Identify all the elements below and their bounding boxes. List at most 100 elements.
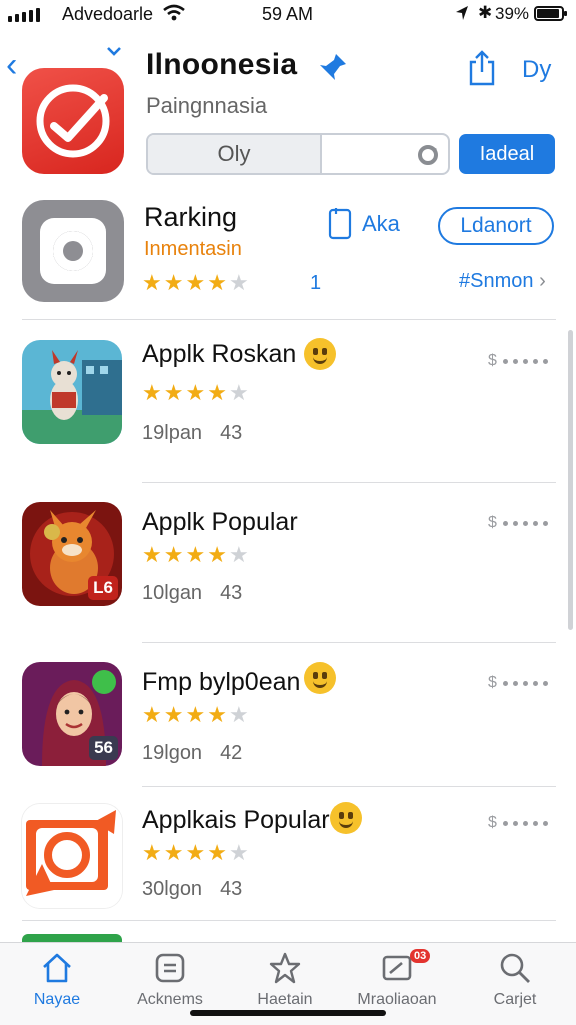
rating-count: 1 xyxy=(310,272,322,294)
app-icon[interactable] xyxy=(22,68,124,174)
app-thumbnail[interactable]: L6 xyxy=(22,502,122,606)
star-icon: ★ xyxy=(163,840,184,865)
share-icon[interactable] xyxy=(467,50,497,91)
home-icon xyxy=(43,953,71,983)
smiley-emoji-icon xyxy=(304,662,336,694)
app-badge: L6 xyxy=(88,576,118,600)
more-options-icon[interactable]: $ xyxy=(488,514,548,532)
star-icon: ★ xyxy=(163,702,184,727)
bluetooth-icon: ✱ xyxy=(478,3,493,22)
document-icon xyxy=(328,208,352,240)
ranking-title: Rarking xyxy=(144,202,238,232)
tab-label: Carjet xyxy=(493,991,537,1008)
star-icon: ★ xyxy=(142,542,162,567)
signal-icon xyxy=(8,8,40,22)
page-title: Ilnoonesia xyxy=(146,48,298,81)
tab-apps[interactable]: Acknems xyxy=(115,951,225,1009)
star-icon: ★ xyxy=(142,270,162,295)
more-options-icon[interactable]: $ xyxy=(488,352,548,370)
star-icon: ★ xyxy=(228,380,249,405)
star-icon: ★ xyxy=(207,380,227,405)
tab-featured[interactable]: Haetain xyxy=(230,951,340,1009)
star-icon: ★ xyxy=(228,840,249,865)
notification-badge: 03 xyxy=(410,949,431,963)
chevron-down-icon[interactable] xyxy=(106,40,122,61)
star-icon: ★ xyxy=(207,702,227,727)
camera-app-icon[interactable] xyxy=(22,200,124,302)
tab-label: Haetain xyxy=(257,991,313,1008)
header-right-label[interactable]: Dy xyxy=(522,56,551,84)
segmented-control[interactable]: Oly xyxy=(146,133,450,175)
updates-icon xyxy=(382,955,412,981)
star-icon: ★ xyxy=(142,380,162,405)
app-meta: 19lpan 43 xyxy=(142,422,243,444)
star-icon: ★ xyxy=(185,270,206,295)
star-icon: ★ xyxy=(185,702,206,727)
tab-search[interactable]: Carjet xyxy=(460,951,570,1009)
partial-row-peek xyxy=(22,934,122,942)
smiley-emoji-icon xyxy=(304,338,336,370)
star-icon: ★ xyxy=(207,270,227,295)
app-badge: 56 xyxy=(89,736,118,760)
app-name: Applk Popular xyxy=(142,508,298,536)
star-icon: ★ xyxy=(163,380,184,405)
tab-label: Acknems xyxy=(137,991,203,1008)
tab-label: Nayae xyxy=(33,991,81,1008)
tab-home[interactable]: Nayae xyxy=(2,951,112,1009)
ranking-subtitle: Inmentasin xyxy=(144,238,242,260)
list-item[interactable]: 56 Fmp bylp0ean ★ ★ ★ ★ ★ 19lgon 42 $ xyxy=(0,652,576,792)
more-options-icon[interactable]: $ xyxy=(488,814,548,832)
segment-option[interactable]: Oly xyxy=(148,135,322,173)
ask-label: Aka xyxy=(362,211,400,236)
app-meta: 30lgon 43 xyxy=(142,878,243,900)
rating-stars: ★ ★ ★ ★ ★ xyxy=(142,544,249,566)
star-icon: ★ xyxy=(163,270,184,295)
star-icon: ★ xyxy=(228,542,249,567)
star-icon: ★ xyxy=(207,840,227,865)
rating-stars: ★ ★ ★ ★ ★ xyxy=(142,272,249,294)
ranking-link[interactable]: #Snmon › xyxy=(459,270,546,293)
star-icon: ★ xyxy=(142,702,162,727)
wifi-icon xyxy=(163,4,185,27)
carrier-name: Advedoarle xyxy=(62,4,154,24)
star-icon: ★ xyxy=(185,840,206,865)
pin-icon[interactable] xyxy=(318,52,348,87)
tab-updates[interactable]: 03 Mraoliaoan xyxy=(342,949,452,1009)
divider xyxy=(142,786,556,787)
rating-stars: ★ ★ ★ ★ ★ xyxy=(142,842,249,864)
battery-percent: 39% xyxy=(495,4,530,23)
app-thumbnail[interactable] xyxy=(22,340,122,444)
primary-button[interactable]: Iadeal xyxy=(459,134,555,174)
search-icon xyxy=(500,953,530,983)
app-name: Fmp bylp0ean xyxy=(142,668,301,696)
outline-button[interactable]: Ldanort xyxy=(438,207,554,245)
list-item[interactable]: Applkais Popular ★ ★ ★ ★ ★ 30lgon 43 $ xyxy=(0,796,576,926)
divider xyxy=(142,642,556,643)
scrollbar[interactable] xyxy=(568,330,573,630)
more-options-icon[interactable]: $ xyxy=(488,674,548,692)
divider xyxy=(142,482,556,483)
app-thumbnail[interactable] xyxy=(22,804,122,908)
app-meta: 10lgan 43 xyxy=(142,582,243,604)
star-icon xyxy=(269,952,301,984)
app-name: Applk Roskan xyxy=(142,340,297,368)
rating-stars: ★ ★ ★ ★ ★ xyxy=(142,704,249,726)
location-icon xyxy=(455,5,469,26)
ask-link[interactable]: Aka xyxy=(326,206,400,242)
list-item[interactable]: Applk Roskan ★ ★ ★ ★ ★ 19lpan 43 $ xyxy=(0,330,576,480)
star-icon: ★ xyxy=(228,270,249,295)
list-item[interactable]: L6 Applk Popular ★ ★ ★ ★ ★ 10lgan 43 $ xyxy=(0,492,576,642)
star-icon: ★ xyxy=(163,542,184,567)
divider xyxy=(22,319,556,320)
star-icon: ★ xyxy=(228,702,249,727)
divider xyxy=(22,920,556,921)
app-name: Applkais Popular xyxy=(142,806,330,834)
tab-label: Mraoliaoan xyxy=(357,991,437,1008)
home-indicator xyxy=(190,1010,386,1016)
back-button[interactable]: ‹ xyxy=(6,48,17,82)
reload-icon[interactable] xyxy=(416,143,440,172)
battery-icon xyxy=(534,6,567,21)
rating-stars: ★ ★ ★ ★ ★ xyxy=(142,382,249,404)
star-icon: ★ xyxy=(185,380,206,405)
app-thumbnail[interactable]: 56 xyxy=(22,662,122,766)
